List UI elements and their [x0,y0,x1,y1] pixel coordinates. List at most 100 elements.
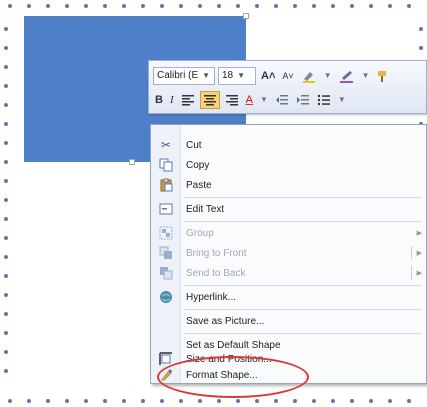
border-dot [4,293,8,297]
border-dot [160,4,164,8]
border-dot [84,399,88,403]
align-center-button[interactable] [199,91,220,109]
bullets-icon [317,94,330,106]
chevron-down-icon[interactable]: ▼ [322,67,334,85]
border-dot [4,331,8,335]
scissors-icon: ✂ [160,138,172,152]
border-dot [4,122,8,126]
highlight-color-button[interactable] [299,67,319,85]
menu-item-bring-to-front[interactable]: Bring to Front ▶ [151,243,426,263]
align-right-button[interactable] [223,91,241,109]
grow-font-button[interactable]: A˄ [259,67,277,85]
menu-item-label: Send to Back [186,267,246,279]
chevron-down-icon[interactable]: ▼ [360,67,372,85]
border-dot [369,399,373,403]
align-right-icon [225,95,238,106]
resize-handle-bottom[interactable] [129,159,135,165]
border-dot [4,179,8,183]
menu-item-copy[interactable]: Copy [151,155,426,175]
border-dot [255,4,259,8]
bullets-button[interactable] [315,91,333,109]
border-dot [4,236,8,240]
border-dot [407,4,411,8]
border-dot [4,369,8,373]
group-icon [157,225,175,241]
chevron-down-icon[interactable]: ▼ [258,91,270,109]
paste-icon [157,177,175,193]
border-dot [46,4,50,8]
border-dot [255,399,259,403]
menu-item-format-shape[interactable]: Format Shape... [151,365,426,385]
border-dot [4,103,8,107]
shrink-font-button[interactable]: A˅ [280,67,295,85]
border-dot [4,350,8,354]
border-dot [350,399,354,403]
border-dot [331,399,335,403]
border-dot [122,399,126,403]
border-dot [331,4,335,8]
border-dot [312,4,316,8]
submenu-arrow-icon: ▶ [416,250,422,257]
border-dot [103,4,107,8]
menu-item-save-as-picture[interactable]: Save as Picture... [151,311,426,331]
menu-item-hyperlink[interactable]: Hyperlink... [151,287,426,307]
submenu-arrow-icon: ▶ [416,270,422,277]
border-dot [122,4,126,8]
border-dot [4,198,8,202]
border-dot [4,274,8,278]
border-dot [198,4,202,8]
italic-button[interactable]: I [168,91,176,109]
border-dot [179,399,183,403]
format-painter-icon[interactable] [374,67,390,85]
send-to-back-icon [157,265,175,281]
border-dot [84,4,88,8]
border-dot [103,399,107,403]
split-divider [411,266,412,280]
font-size-combo[interactable]: 18 ▼ [218,67,256,85]
edit-text-icon [157,201,175,217]
border-dot [274,4,278,8]
menu-item-label: Group [186,227,214,239]
border-dot [388,4,392,8]
mini-toolbar: Calibri (E ▼ 18 ▼ A˄ A˅ ▼ ▼ B I A ▼ ▼ [148,60,427,114]
resize-handle-top-right[interactable] [243,13,249,19]
font-name-value: Calibri (E [157,70,199,81]
border-dot [4,84,8,88]
border-dot [141,4,145,8]
border-dot [8,399,12,403]
line-color-button[interactable] [337,67,357,85]
border-dot [65,399,69,403]
menu-item-send-to-back[interactable]: Send to Back ▶ [151,263,426,283]
font-color-button[interactable]: A [244,91,255,109]
border-dot [179,4,183,8]
align-center-icon [203,95,216,106]
border-dot [8,4,12,8]
menu-item-label: Paste [186,179,212,191]
border-dot [419,46,423,50]
border-dot [46,399,50,403]
menu-item-label: Size and Position... [186,353,272,365]
border-dot [388,399,392,403]
chevron-down-icon[interactable]: ▼ [336,91,348,109]
menu-item-label: Edit Text [186,203,225,215]
increase-indent-button[interactable] [294,91,312,109]
border-dot [312,399,316,403]
highlighter-icon [302,72,315,83]
menu-item-edit-text[interactable]: Edit Text [151,199,426,219]
submenu-arrow-icon: ▶ [416,230,422,237]
menu-separator [184,333,422,334]
border-dot [160,399,164,403]
chevron-down-icon: ▼ [202,71,211,80]
border-dot [419,27,423,31]
decrease-indent-button[interactable] [273,91,291,109]
menu-item-cut[interactable]: ✂ Cut [151,135,426,155]
menu-item-label: Hyperlink... [186,291,237,303]
border-dot [4,217,8,221]
font-name-combo[interactable]: Calibri (E ▼ [153,67,215,85]
menu-item-group[interactable]: Group ▶ [151,223,426,243]
menu-item-paste[interactable]: Paste [151,175,426,195]
border-dot [217,4,221,8]
pen-color-icon [339,71,353,83]
align-left-button[interactable] [179,91,197,109]
bold-button[interactable]: B [153,91,165,109]
